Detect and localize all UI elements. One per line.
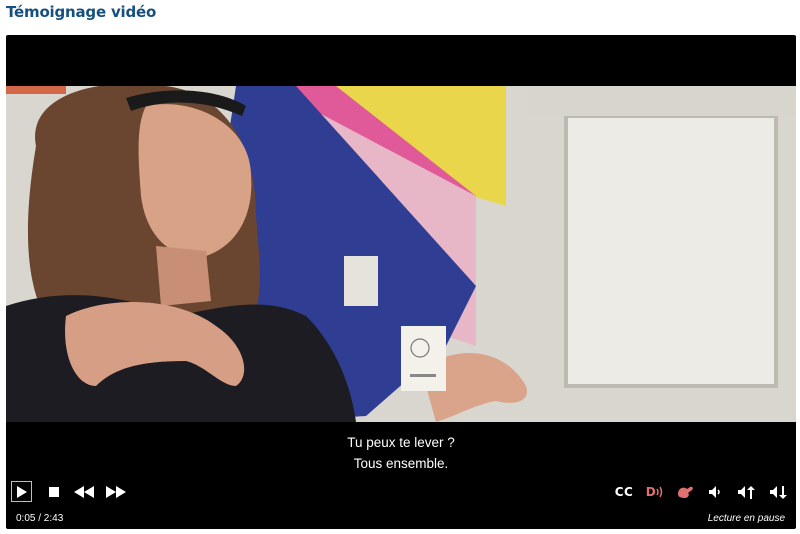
play-icon <box>17 485 27 498</box>
volume-down-icon <box>770 485 787 499</box>
video-still-image <box>6 86 796 422</box>
playback-status: Lecture en pause <box>707 513 785 524</box>
rewind-button[interactable] <box>72 480 96 504</box>
audio-waves-icon <box>656 486 663 498</box>
sign-language-button[interactable] <box>674 480 698 504</box>
fast-forward-button[interactable] <box>104 480 128 504</box>
subtitles: Tu peux te lever ? Tous ensemble. <box>6 432 796 474</box>
fast-forward-icon <box>106 486 126 498</box>
captions-button[interactable]: CC <box>612 480 636 504</box>
time-display: 0:05 / 2:43 <box>16 513 64 524</box>
section-title: Témoignage vidéo <box>6 3 157 21</box>
volume-up-icon <box>738 485 755 499</box>
video-frame[interactable] <box>6 86 796 422</box>
volume-up-button[interactable] <box>736 480 758 504</box>
video-player: Tu peux te lever ? Tous ensemble. CC D 0… <box>6 35 796 529</box>
stop-icon <box>49 487 59 497</box>
play-button[interactable] <box>11 481 32 502</box>
audio-description-button[interactable]: D <box>642 480 668 504</box>
player-controls: CC D <box>6 480 796 506</box>
cc-icon: CC <box>614 485 634 499</box>
sign-language-icon <box>678 486 693 498</box>
audio-description-icon: D <box>645 485 657 499</box>
subtitle-line-2: Tous ensemble. <box>353 456 449 471</box>
rewind-icon <box>74 486 94 498</box>
mute-button[interactable] <box>706 480 726 504</box>
stop-button[interactable] <box>44 480 64 504</box>
subtitle-line-1: Tu peux te lever ? <box>347 435 455 450</box>
volume-icon <box>709 486 720 498</box>
volume-down-button[interactable] <box>768 480 790 504</box>
